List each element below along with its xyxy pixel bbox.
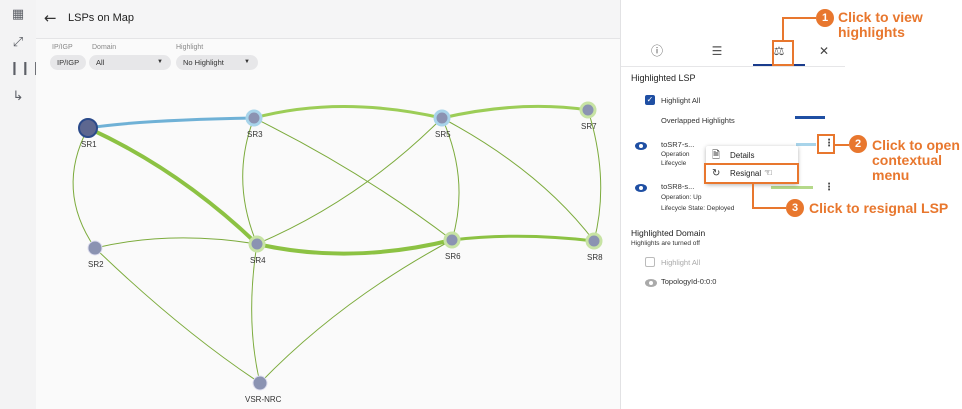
node-label-sr4: SR4 <box>250 256 266 265</box>
node-sr5[interactable] <box>433 109 451 127</box>
topology-map: SR1 SR3 SR5 SR7 SR2 SR4 SR6 SR8 VSR-NRC <box>72 101 603 404</box>
node-label-sr8: SR8 <box>587 253 603 262</box>
link-sr1-sr3[interactable] <box>87 116 255 130</box>
highlighted-lsp-title: Highlighted LSP <box>631 73 696 83</box>
node-vsr-nrc[interactable] <box>252 375 268 391</box>
eye-icon[interactable] <box>635 184 647 192</box>
domain-highlight-label: Highlight All <box>661 258 701 267</box>
link-sr6-sr8[interactable] <box>451 234 595 243</box>
node-label-sr6: SR6 <box>445 252 461 261</box>
lsp1-operation: Operation <box>661 151 690 158</box>
callout-line-2 <box>835 144 849 146</box>
link-sr5-sr4[interactable] <box>256 117 443 245</box>
callout-box-3 <box>704 163 799 184</box>
node-label-sr2: SR2 <box>88 260 104 269</box>
callout-line-1h <box>782 17 816 19</box>
link-sr2-vsr[interactable] <box>94 247 261 384</box>
callout-number-3: 3 <box>786 199 804 217</box>
overlapped-swatch <box>795 116 825 119</box>
node-sr7[interactable] <box>579 101 597 119</box>
callout-text-1: Click to view highlights <box>838 9 923 40</box>
highlight-all-checkbox[interactable]: ✓ <box>645 95 655 105</box>
node-label-vsr-nrc: VSR-NRC <box>245 395 282 404</box>
link-sr3-sr5[interactable] <box>253 105 443 120</box>
lsp2-name: toSR8-s... <box>661 182 695 191</box>
node-label-sr7: SR7 <box>581 122 597 131</box>
node-sr3[interactable] <box>245 109 263 127</box>
info-icon[interactable]: ⓘ <box>631 38 683 66</box>
link-sr6-vsr[interactable] <box>259 239 453 384</box>
callout-line-3v <box>752 184 754 208</box>
callout-number-1: 1 <box>816 9 834 27</box>
lsp1-lifecycle: Lifecycle <box>661 160 687 167</box>
link-sr4-sr6[interactable] <box>256 238 453 256</box>
link-sr5-sr7[interactable] <box>441 104 589 120</box>
panel-tabs: ⓘ ☰ ⚖ <box>621 38 845 67</box>
node-label-sr5: SR5 <box>435 130 451 139</box>
node-label-sr1: SR1 <box>81 140 97 149</box>
node-sr8[interactable] <box>585 232 603 250</box>
lsp2-swatch <box>771 186 813 189</box>
lsp2-more-icon[interactable]: ⋮ <box>824 182 834 193</box>
link-sr2-sr4[interactable] <box>94 237 258 249</box>
callout-line-3h <box>752 207 786 209</box>
highlighted-domain-title: Highlighted Domain <box>631 228 706 238</box>
domain-subtitle: Highlights are turned off <box>631 240 700 247</box>
lsp1-swatch <box>796 143 816 146</box>
domain-highlight-checkbox[interactable] <box>645 257 655 267</box>
list-icon[interactable]: ☰ <box>691 38 743 66</box>
lsp2-operation: Operation: Up <box>661 194 702 201</box>
close-icon[interactable]: ✕ <box>819 44 829 58</box>
link-sr1-sr4[interactable] <box>87 126 259 246</box>
link-sr5-sr8[interactable] <box>441 117 595 242</box>
callout-text-3: Click to resignal LSP <box>809 200 949 216</box>
highlight-all-label: Highlight All <box>661 96 701 105</box>
node-sr6[interactable] <box>443 231 461 249</box>
lsp1-name: toSR7-s... <box>661 140 695 149</box>
node-sr4[interactable] <box>248 235 266 253</box>
eye-icon[interactable] <box>645 279 657 287</box>
node-sr1[interactable] <box>78 118 98 138</box>
eye-icon[interactable] <box>635 142 647 150</box>
callout-line-1v <box>782 17 784 41</box>
callout-text-2: Click to open contextual menu <box>872 137 960 183</box>
callout-box-1 <box>772 40 794 66</box>
node-sr2[interactable] <box>87 240 103 256</box>
overlapped-label: Overlapped Highlights <box>661 116 735 125</box>
callout-number-2: 2 <box>849 135 867 153</box>
node-label-sr3: SR3 <box>247 130 263 139</box>
callout-box-2 <box>817 134 835 154</box>
lsp2-lifecycle: Lifecycle State: Deployed <box>661 205 735 212</box>
topology-id: TopologyId-0:0:0 <box>661 277 717 286</box>
